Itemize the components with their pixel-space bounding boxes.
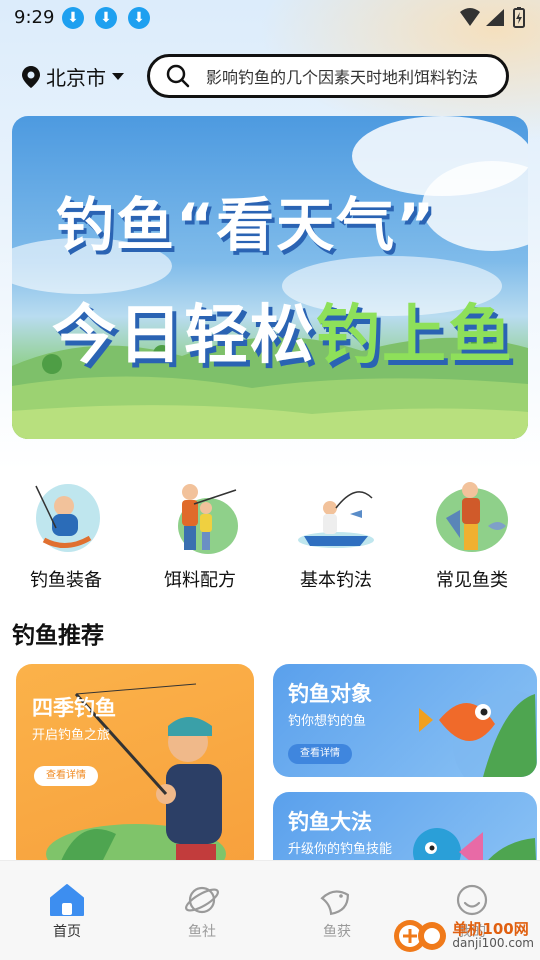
card-fishing-targets[interactable]: 钓鱼对象 钓你想钓的鱼 查看详情 <box>273 664 537 777</box>
category-grid: 钓鱼装备 饵料配方 基本钓法 常见鱼类 <box>0 478 540 592</box>
location-selector[interactable]: 北京市 <box>22 62 124 91</box>
card-title: 钓鱼对象 <box>288 682 372 706</box>
card-title: 四季钓鱼 <box>32 696 116 720</box>
system-icons <box>458 6 528 34</box>
download-icon: ⬇ <box>95 7 117 29</box>
hero-banner[interactable]: 钓鱼“看天气” 今日轻松钓上鱼 <box>12 116 528 439</box>
fish-icon <box>320 890 349 916</box>
card-subtitle: 升级你的钓鱼技能 <box>288 842 393 857</box>
planet-icon <box>185 886 219 914</box>
status-time: 9:29 <box>14 7 55 28</box>
location-pin-icon <box>22 65 40 88</box>
watermark: 单机100网 danji100.com <box>392 918 534 954</box>
category-label: 常见鱼类 <box>436 570 508 591</box>
card-four-seasons[interactable]: 四季钓鱼 开启钓鱼之旅 查看详情 <box>16 664 254 874</box>
card-title: 钓鱼大法 <box>288 810 372 834</box>
banner-headline: 钓鱼“看天气” <box>56 191 437 259</box>
status-bar: 9:29 ⬇ ⬇ ⬇ <box>0 0 540 36</box>
tab-label: 鱼社 <box>188 924 216 940</box>
tab-label: 鱼获 <box>323 924 351 940</box>
search-icon <box>166 64 190 88</box>
search-input[interactable]: 影响钓鱼的几个因素天时地利饵料钓法 <box>206 64 484 88</box>
download-icon: ⬇ <box>62 7 84 29</box>
tab-community[interactable]: 鱼社 <box>152 883 252 941</box>
common-fish-illustration <box>436 482 508 552</box>
view-details-button[interactable]: 查看详情 <box>34 766 98 786</box>
category-label: 饵料配方 <box>164 570 236 591</box>
banner-subheadline: 今日轻松钓上鱼 <box>52 284 514 376</box>
card-subtitle: 开启钓鱼之旅 <box>32 728 111 743</box>
category-common-fish[interactable]: 常见鱼类 <box>412 478 532 592</box>
smile-icon <box>456 884 488 916</box>
download-icon: ⬇ <box>128 7 150 29</box>
wifi-icon <box>460 8 480 26</box>
battery-icon <box>513 7 525 28</box>
search-bar[interactable]: 影响钓鱼的几个因素天时地利饵料钓法 <box>147 54 509 98</box>
category-label: 基本钓法 <box>300 570 372 591</box>
banner-subheadline-white: 今日轻松 <box>52 299 316 373</box>
view-details-button[interactable]: 查看详情 <box>288 744 352 764</box>
chevron-down-icon <box>112 73 124 80</box>
watermark-url: danji100.com <box>452 936 534 950</box>
category-basic-method[interactable]: 基本钓法 <box>276 478 396 592</box>
city-label: 北京市 <box>46 66 106 90</box>
watermark-logo <box>394 920 447 952</box>
bait-recipe-illustration <box>178 484 238 554</box>
banner-scenery <box>12 116 528 439</box>
card-subtitle: 钓你想钓的鱼 <box>288 714 367 729</box>
category-label: 钓鱼装备 <box>30 570 102 591</box>
banner-subheadline-green: 钓上鱼 <box>316 299 514 373</box>
basic-method-illustration <box>298 491 374 548</box>
category-fishing-gear[interactable]: 钓鱼装备 <box>6 478 126 592</box>
fishing-gear-illustration <box>35 484 100 552</box>
signal-icon <box>486 9 504 26</box>
watermark-title: 单机100网 <box>452 920 529 938</box>
category-bait-recipe[interactable]: 饵料配方 <box>140 478 260 592</box>
home-icon <box>50 884 84 916</box>
tab-catches[interactable]: 鱼获 <box>287 883 387 941</box>
section-title: 钓鱼推荐 <box>12 623 104 649</box>
tab-label: 首页 <box>53 924 81 940</box>
tab-home[interactable]: 首页 <box>17 883 117 941</box>
